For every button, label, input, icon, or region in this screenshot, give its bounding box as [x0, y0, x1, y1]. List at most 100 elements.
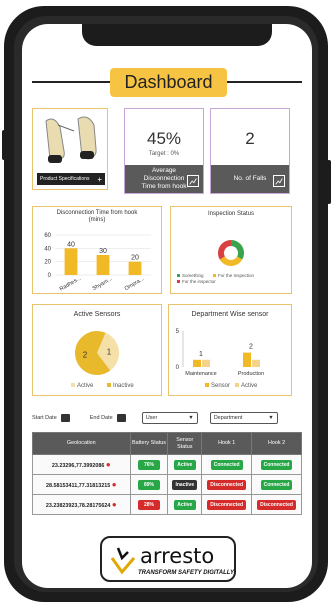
hook1-badge-cell: Disconnected	[201, 494, 253, 515]
y-tick-label: 0	[48, 273, 52, 279]
hook1-badge: Disconnected	[207, 479, 247, 490]
hook1-badge-cell: Connected	[201, 454, 253, 475]
y-tick-label: 5	[176, 329, 180, 335]
bar	[64, 248, 78, 275]
legend-label: Active	[241, 383, 258, 389]
hook2-badge: Disconnected	[257, 499, 296, 510]
legend-label: Active	[77, 383, 94, 389]
legend-swatch	[213, 274, 216, 277]
data-label: 30	[99, 248, 107, 255]
legend-label: For the inspector	[182, 279, 216, 284]
inspection-chart-title: Inspection Status	[207, 211, 255, 217]
x-tick-label: Shyam...	[92, 276, 114, 292]
hook2-badge-cell: Connected	[251, 474, 302, 495]
start-date-label: Start Date	[32, 415, 57, 421]
filter-bar: Start Date End Date User ▼ Department ▼	[32, 410, 302, 426]
bar	[128, 261, 142, 275]
inspection-donut-chart: Something For the InspectionFor the inspe…	[177, 240, 255, 284]
active-sensors-card: Active Sensors 1 2 Active Inactive	[32, 304, 162, 396]
donut-slice	[231, 240, 244, 260]
bar	[252, 359, 260, 367]
kpi-falls-label: No. of Falls	[233, 175, 267, 182]
donut-slice	[219, 256, 243, 266]
department-select[interactable]: Department ▼	[209, 412, 278, 424]
battery-badge: 28%	[137, 499, 160, 510]
y-tick-label: 40	[44, 246, 51, 252]
plus-icon: +	[97, 174, 102, 184]
kpi-disconnection-value: 45%	[146, 129, 182, 148]
legend-label: Sensor	[211, 383, 230, 389]
department-bar-chart: 5 0 1 Maintenance 2 Production Sensor Active	[176, 329, 264, 389]
kpi-disconnection-card[interactable]: 45% Target : 0% Average Disconnection Ti…	[124, 108, 204, 194]
pie-label: 2	[83, 350, 88, 359]
data-label: 20	[131, 255, 139, 262]
map-pin-icon[interactable]: ●	[106, 460, 111, 469]
product-specifications-button[interactable]: Product Specifications +	[37, 173, 105, 185]
hook2-badge-cell: Disconnected	[251, 494, 302, 515]
battery-badge-cell: 28%	[129, 494, 169, 515]
sensor-table: Geolocation Battery Status Sensor Status…	[32, 432, 302, 515]
map-pin-icon[interactable]: ●	[112, 500, 117, 509]
page-title: Dashboard	[110, 68, 227, 97]
hook1-badge-cell: Disconnected	[201, 474, 253, 495]
active-sensors-title: Active Sensors	[73, 311, 121, 318]
power-button	[327, 160, 331, 204]
battery-badge-cell: 89%	[129, 474, 169, 495]
sensor-badge-cell: Active	[167, 454, 203, 475]
chart-icon[interactable]	[187, 175, 199, 187]
legend-label: Inactive	[113, 383, 134, 389]
department-chart-card: Department Wise sensor 5 0 1 Maintenance 2 Pr…	[168, 304, 292, 396]
kpi-disconnection-label: Average Disconnection Time from hook	[141, 167, 187, 190]
data-label: 40	[67, 241, 75, 248]
geolocation-cell: 28.58153411,77.31813215 ●	[32, 474, 131, 495]
legend-swatch	[71, 383, 75, 387]
map-pin-icon[interactable]: ●	[112, 480, 117, 489]
x-tick-label: Production	[238, 371, 264, 377]
calendar-icon[interactable]	[60, 414, 70, 422]
table-row: 23.23823923,78.28175624 ● 28% Active Discon…	[32, 494, 302, 515]
geolocation-cell: 23.23296,77.3992086 ●	[32, 454, 131, 475]
x-tick-label: Radhes...	[59, 275, 83, 292]
chart-icon[interactable]	[273, 175, 285, 187]
hook-image	[45, 116, 97, 163]
pie-label: 1	[107, 348, 112, 357]
active-sensors-pie-chart: 1 2 Active Inactive	[71, 331, 134, 389]
department-select-value: Department	[213, 415, 243, 421]
legend-label: Something	[182, 273, 204, 278]
bar	[96, 255, 110, 275]
legend-swatch	[107, 383, 111, 387]
hook1-badge: Connected	[210, 459, 243, 470]
hook2-badge: Connected	[260, 479, 293, 490]
geolocation-cell: 23.23823923,78.28175624 ●	[32, 494, 131, 515]
table-row: 23.23296,77.3992086 ● 76% Active Connected C…	[32, 454, 302, 475]
geolocation-value: 23.23823923,78.28175624	[45, 503, 111, 509]
table-row: 28.58153411,77.31813215 ● 89% Inactive Disc…	[32, 474, 302, 495]
disconnection-bar-chart: 60 40 20 0 40 Radhes... 30 Shyam... 20 Ompra...	[44, 233, 151, 293]
sensor-badge: Inactive	[172, 479, 198, 490]
arresto-logo: arresto TRANSFORM SAFETY DIGITALLY	[100, 536, 236, 582]
col-hook2: Hook 2	[251, 432, 302, 455]
donut-slice	[218, 240, 231, 260]
x-tick-label: Maintenance	[185, 371, 217, 377]
legend-swatch	[177, 274, 180, 277]
product-card[interactable]: Product Specifications +	[32, 108, 108, 190]
geolocation-value: 23.23296,77.3992086	[51, 463, 105, 469]
legend-swatch	[177, 280, 180, 283]
legend-label: For the Inspection	[218, 273, 255, 278]
product-specifications-label: Product Specifications	[40, 176, 90, 182]
sensor-badge: Active	[173, 459, 196, 470]
inspection-chart-card: Inspection Status Something For the Inspe…	[170, 206, 292, 294]
screen: Dashboard Product Specifications + 45% T…	[22, 24, 312, 588]
battery-badge: 76%	[137, 459, 160, 470]
battery-badge: 89%	[137, 479, 160, 490]
hook2-badge-cell: Connected	[251, 454, 302, 475]
hook1-badge: Disconnected	[207, 499, 247, 510]
department-chart-title: Department Wise sensor	[191, 311, 269, 318]
y-tick-label: 0	[176, 365, 180, 371]
kpi-falls-card[interactable]: 2 No. of Falls	[210, 108, 290, 194]
col-geolocation: Geolocation	[32, 432, 131, 455]
col-battery: Battery Status	[129, 432, 169, 455]
calendar-icon[interactable]	[116, 414, 126, 422]
user-select[interactable]: User ▼	[141, 412, 198, 424]
kpi-disconnection-target: Target : 0%	[148, 151, 180, 157]
